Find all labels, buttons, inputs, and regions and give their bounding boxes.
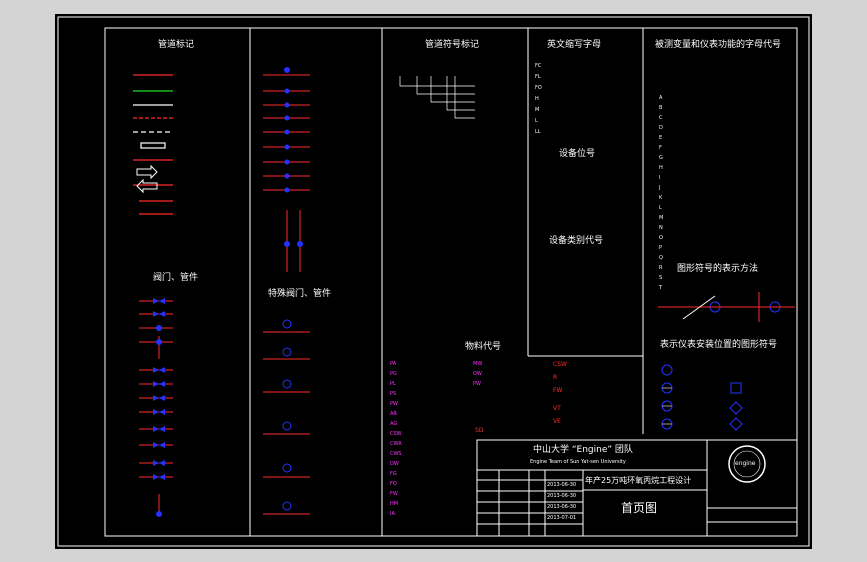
var-letter-o: O — [659, 235, 663, 241]
title-valves: 阀门、管件 — [153, 273, 199, 283]
var-letter-s: S — [659, 275, 663, 281]
material-code: MW — [473, 361, 483, 367]
material-code: CSW — [390, 431, 402, 437]
date-cell: 2013-06-30 — [547, 482, 577, 488]
project-name: 年产25万吨环氧丙烷工程设计 — [585, 476, 692, 485]
material-code: FW — [390, 491, 398, 497]
abbr-ll: LL — [535, 129, 541, 135]
title-instrument-position: 表示仪表安装位置的图形符号 — [660, 340, 778, 350]
date-cell: 2013-06-30 — [547, 504, 577, 510]
material-code: AR — [390, 411, 397, 417]
title-special-valves: 特殊阀门、管件 — [268, 289, 332, 299]
material-code: PL — [390, 381, 396, 387]
material-code: PG — [390, 371, 397, 377]
material-code: HM — [390, 501, 399, 507]
var-letter-f: F — [659, 145, 662, 151]
var-letter-l: L — [659, 205, 662, 211]
abbr-m: M — [535, 107, 540, 113]
abbr-fl: FL — [535, 74, 541, 80]
title-measured-var-letters: 被测变量和仪表功能的字母代号 — [655, 40, 782, 50]
var-letter-d: D — [659, 125, 663, 131]
company-name: 中山大学 “Engine” 团队 — [533, 445, 633, 455]
var-letter-a: A — [659, 95, 663, 101]
material-code: FG — [390, 471, 397, 477]
material-code: OW — [473, 371, 482, 377]
drawing-sheet: 管道标记 管道符号标记 英文缩写字母 被测变量和仪表功能的字母代号 阀门、管件 … — [55, 14, 812, 549]
material-code: AG — [390, 421, 398, 427]
material-code-red: R — [553, 374, 558, 381]
title-pipeline-marks: 管道标记 — [158, 40, 195, 50]
date-cell: 2013-07-01 — [547, 515, 577, 521]
title-abbreviations: 英文缩写字母 — [547, 40, 602, 50]
material-code-red: SD — [475, 427, 484, 434]
title-pipe-symbols: 管道符号标记 — [425, 40, 480, 50]
var-letter-r: R — [659, 265, 663, 271]
title-material: 物料代号 — [465, 342, 502, 352]
var-letter-b: B — [659, 105, 663, 111]
title-equipment-class: 设备类别代号 — [549, 236, 604, 246]
material-code: PS — [390, 391, 397, 397]
material-code-red: VE — [553, 418, 561, 425]
var-letter-t: T — [659, 285, 663, 291]
material-code: PA — [390, 361, 397, 367]
date-cell: 2013-06-30 — [547, 493, 577, 499]
var-letter-g: G — [659, 155, 663, 161]
title-equipment-number: 设备位号 — [559, 149, 596, 159]
var-letter-j: J — [659, 185, 661, 191]
var-letter-p: P — [659, 245, 663, 251]
engine-logo-text: engine — [735, 460, 756, 467]
material-code: FO — [390, 481, 397, 487]
material-code-red: VT — [553, 405, 561, 412]
var-letter-i: I — [659, 175, 661, 181]
material-code-red: CSW — [553, 361, 567, 368]
drawing-name: 首页图 — [621, 501, 658, 515]
var-letter-c: C — [659, 115, 663, 121]
abbr-h: H — [535, 96, 539, 102]
material-code: DW — [390, 461, 399, 467]
var-letter-q: Q — [659, 255, 663, 261]
material-code: PW — [390, 401, 398, 407]
var-letter-m: M — [659, 215, 664, 221]
company-name-en: Engine Team of Sun Yat-sen University — [530, 459, 626, 465]
abbr-fo: FO — [535, 85, 542, 91]
material-code: PW — [473, 381, 481, 387]
abbr-fc: FC — [535, 63, 542, 69]
material-code: IA — [390, 511, 395, 517]
var-letter-n: N — [659, 225, 663, 231]
material-code-red: FW — [553, 387, 563, 394]
material-code: CWS — [390, 451, 402, 457]
var-letter-k: K — [659, 195, 663, 201]
abbr-l: L — [535, 118, 538, 124]
var-letter-e: E — [659, 135, 663, 141]
var-letter-h: H — [659, 165, 663, 171]
material-code: CWR — [390, 441, 402, 447]
title-instrument-symbol: 图形符号的表示方法 — [677, 264, 759, 274]
